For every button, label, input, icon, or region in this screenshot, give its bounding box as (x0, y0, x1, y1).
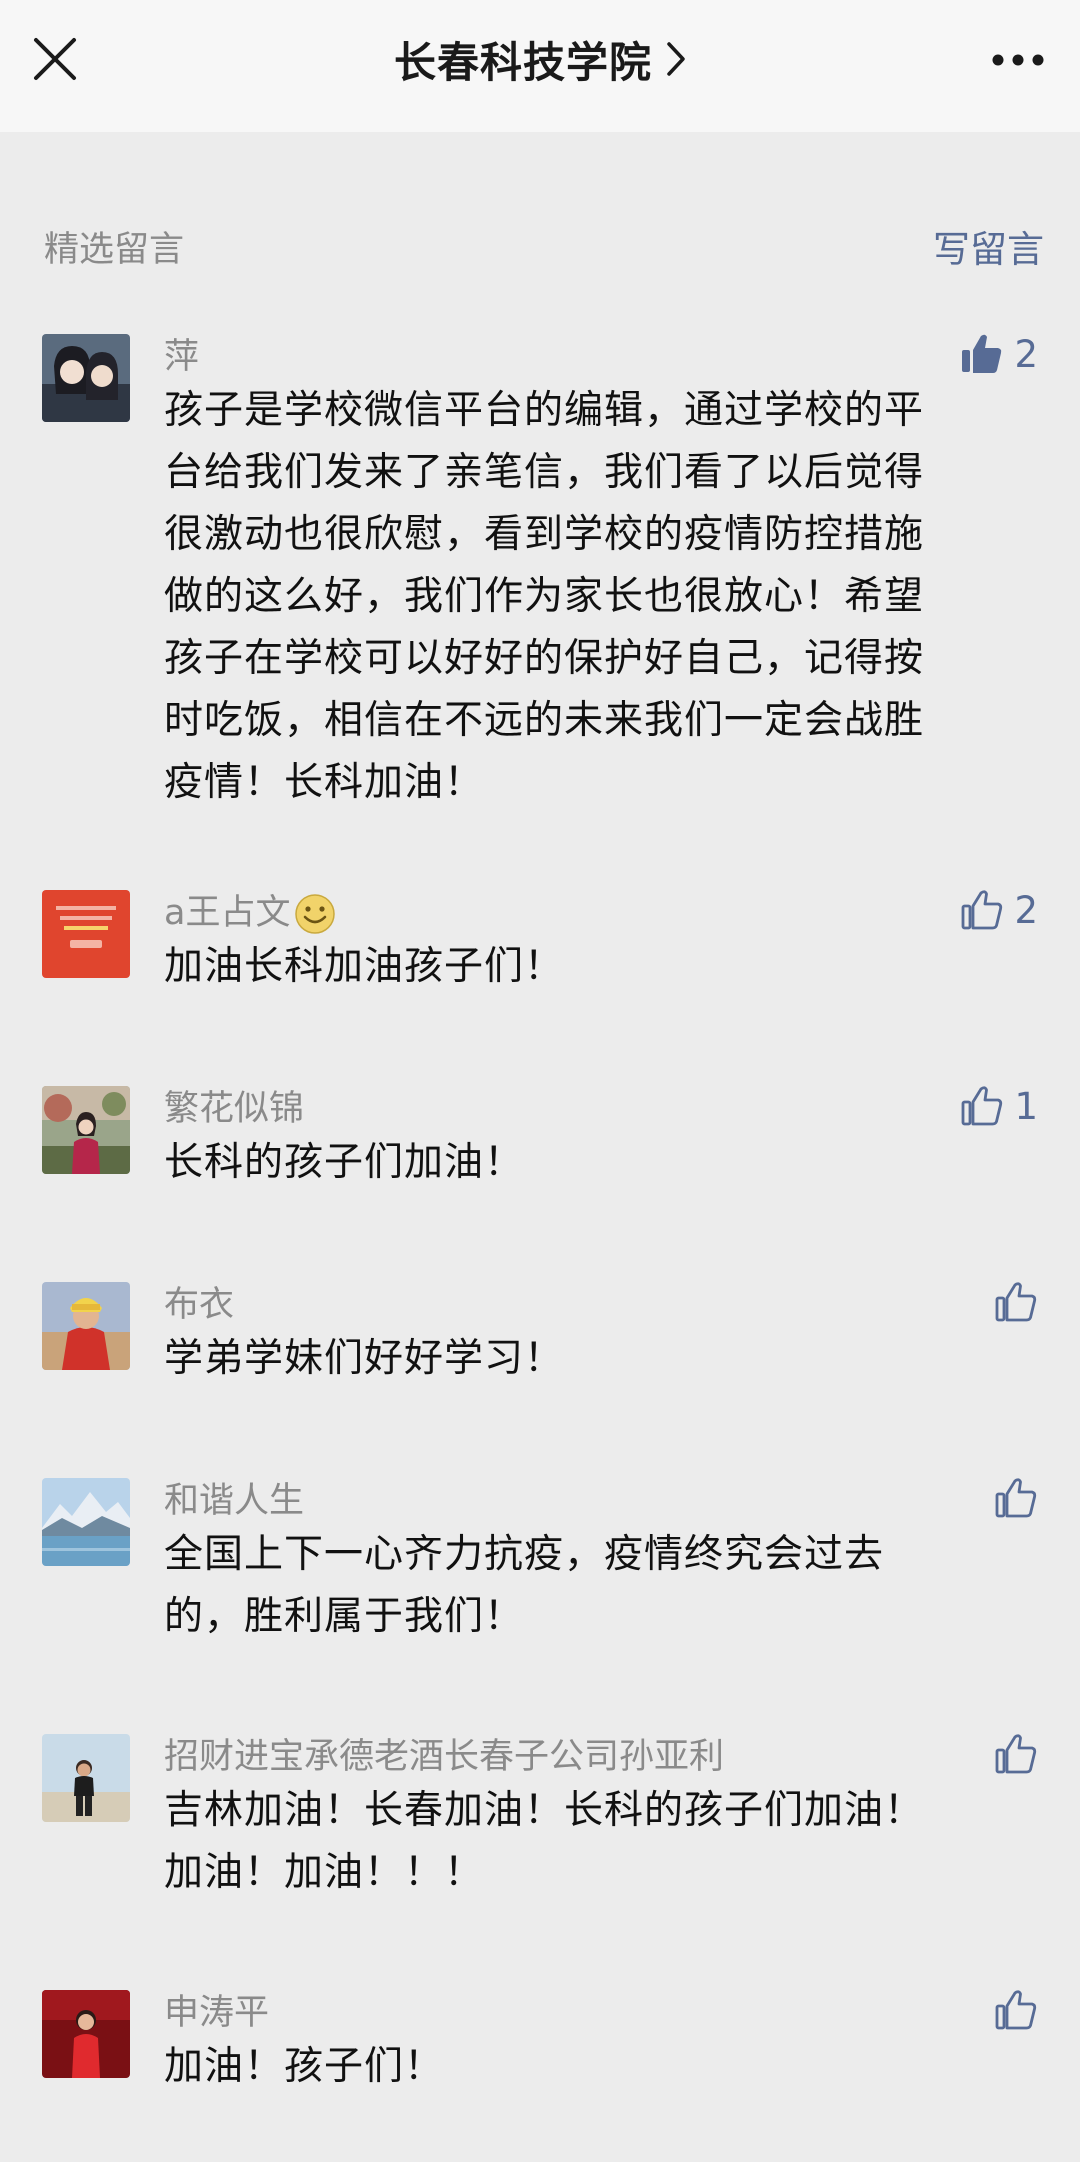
thumbs-up-icon (962, 1086, 1003, 1126)
thumbs-up-icon (962, 890, 1003, 930)
like-count: 2 (1014, 888, 1038, 932)
avatar[interactable] (42, 1282, 130, 1370)
comment-nickname: 和谐人生 (164, 1481, 305, 1521)
like-button[interactable] (994, 1986, 1038, 2034)
like-button[interactable] (994, 1474, 1038, 1522)
comment-line: 很激动也很欣慰，看到学校的疫情防控措施 (164, 512, 925, 557)
more-icon[interactable] (990, 52, 1046, 68)
comment-nickname: 萍 (164, 337, 200, 377)
comment-line: 学弟学妹们好好学习！ (164, 1336, 565, 1381)
comment-nickname: 申涛平 (164, 1993, 270, 2033)
comment-line: 长科的孩子们加油！ (164, 1140, 525, 1185)
comment-line: 全国上下一心齐力抗疫，疫情终究会过去 (164, 1532, 885, 1577)
like-button[interactable]: 2 (960, 886, 1038, 934)
avatar[interactable] (42, 1734, 130, 1822)
comment-text: 长科的孩子们加油！ (164, 1132, 1014, 1194)
like-button[interactable] (994, 1730, 1038, 1778)
comment-text: 全国上下一心齐力抗疫，疫情终究会过去 的，胜利属于我们！ (164, 1524, 1014, 1648)
avatar[interactable] (42, 890, 130, 978)
comment-text: 孩子是学校微信平台的编辑，通过学校的平 台给我们发来了亲笔信，我们看了以后觉得 … (164, 380, 1014, 814)
nickname-text: a王占文 (164, 893, 291, 933)
comment-text: 吉林加油！长春加油！长科的孩子们加油！ 加油！加油！！！ (164, 1780, 1014, 1904)
thumbs-up-icon (995, 1734, 1037, 1774)
comment-line: 加油长科加油孩子们！ (164, 944, 565, 989)
comment-nickname: a王占文 (164, 884, 336, 935)
like-count: 1 (1014, 1084, 1038, 1128)
avatar[interactable] (42, 1990, 130, 2078)
thumbs-up-icon (995, 1990, 1037, 2030)
comment-nickname: 招财进宝承德老酒长春子公司孙亚利 (164, 1737, 725, 1777)
thumbs-up-filled-icon (962, 334, 1002, 373)
like-button[interactable] (994, 1278, 1038, 1326)
comment-nickname: 繁花似锦 (164, 1089, 305, 1129)
comment-line: 加油！加油！！！ (164, 1850, 485, 1895)
comment-line: 孩子在学校可以好好的保护好自己，记得按 (164, 636, 925, 681)
thumbs-up-icon (995, 1478, 1037, 1518)
comment-line: 孩子是学校微信平台的编辑，通过学校的平 (164, 388, 925, 433)
chevron-right-icon (667, 42, 685, 76)
title-area[interactable]: 长春科技学院 (0, 0, 1080, 118)
section-title: 精选留言 (44, 229, 185, 270)
page-title[interactable]: 长春科技学院 (394, 29, 652, 90)
comment-line: 加油！孩子们！ (164, 2044, 445, 2089)
comment-line: 台给我们发来了亲笔信，我们看了以后觉得 (164, 450, 925, 495)
comment-line: 时吃饭，相信在不远的未来我们一定会战胜 (164, 698, 925, 743)
smiley-icon (295, 894, 336, 934)
like-button[interactable]: 2 (960, 330, 1038, 378)
comment-text: 加油长科加油孩子们！ (164, 936, 1014, 998)
top-bar: 长春科技学院 (0, 0, 1080, 132)
like-count: 2 (1014, 332, 1038, 376)
comment-line: 做的这么好，我们作为家长也很放心！希望 (164, 574, 925, 619)
comment-line: 疫情！长科加油！ (164, 760, 485, 805)
comment-nickname: 布衣 (164, 1285, 235, 1325)
write-comment-button[interactable]: 写留言 (933, 219, 1044, 273)
comment-text: 加油！孩子们！ (164, 2036, 1014, 2098)
avatar[interactable] (42, 334, 130, 422)
thumbs-up-icon (995, 1282, 1037, 1322)
section-header: 精选留言 写留言 (44, 218, 1044, 274)
like-button[interactable]: 1 (960, 1082, 1038, 1130)
avatar[interactable] (42, 1086, 130, 1174)
comment-text: 学弟学妹们好好学习！ (164, 1328, 1014, 1390)
comment-line: 吉林加油！长春加油！长科的孩子们加油！ (164, 1788, 925, 1833)
avatar[interactable] (42, 1478, 130, 1566)
close-icon[interactable] (28, 32, 82, 86)
comment-line: 的，胜利属于我们！ (164, 1594, 525, 1639)
